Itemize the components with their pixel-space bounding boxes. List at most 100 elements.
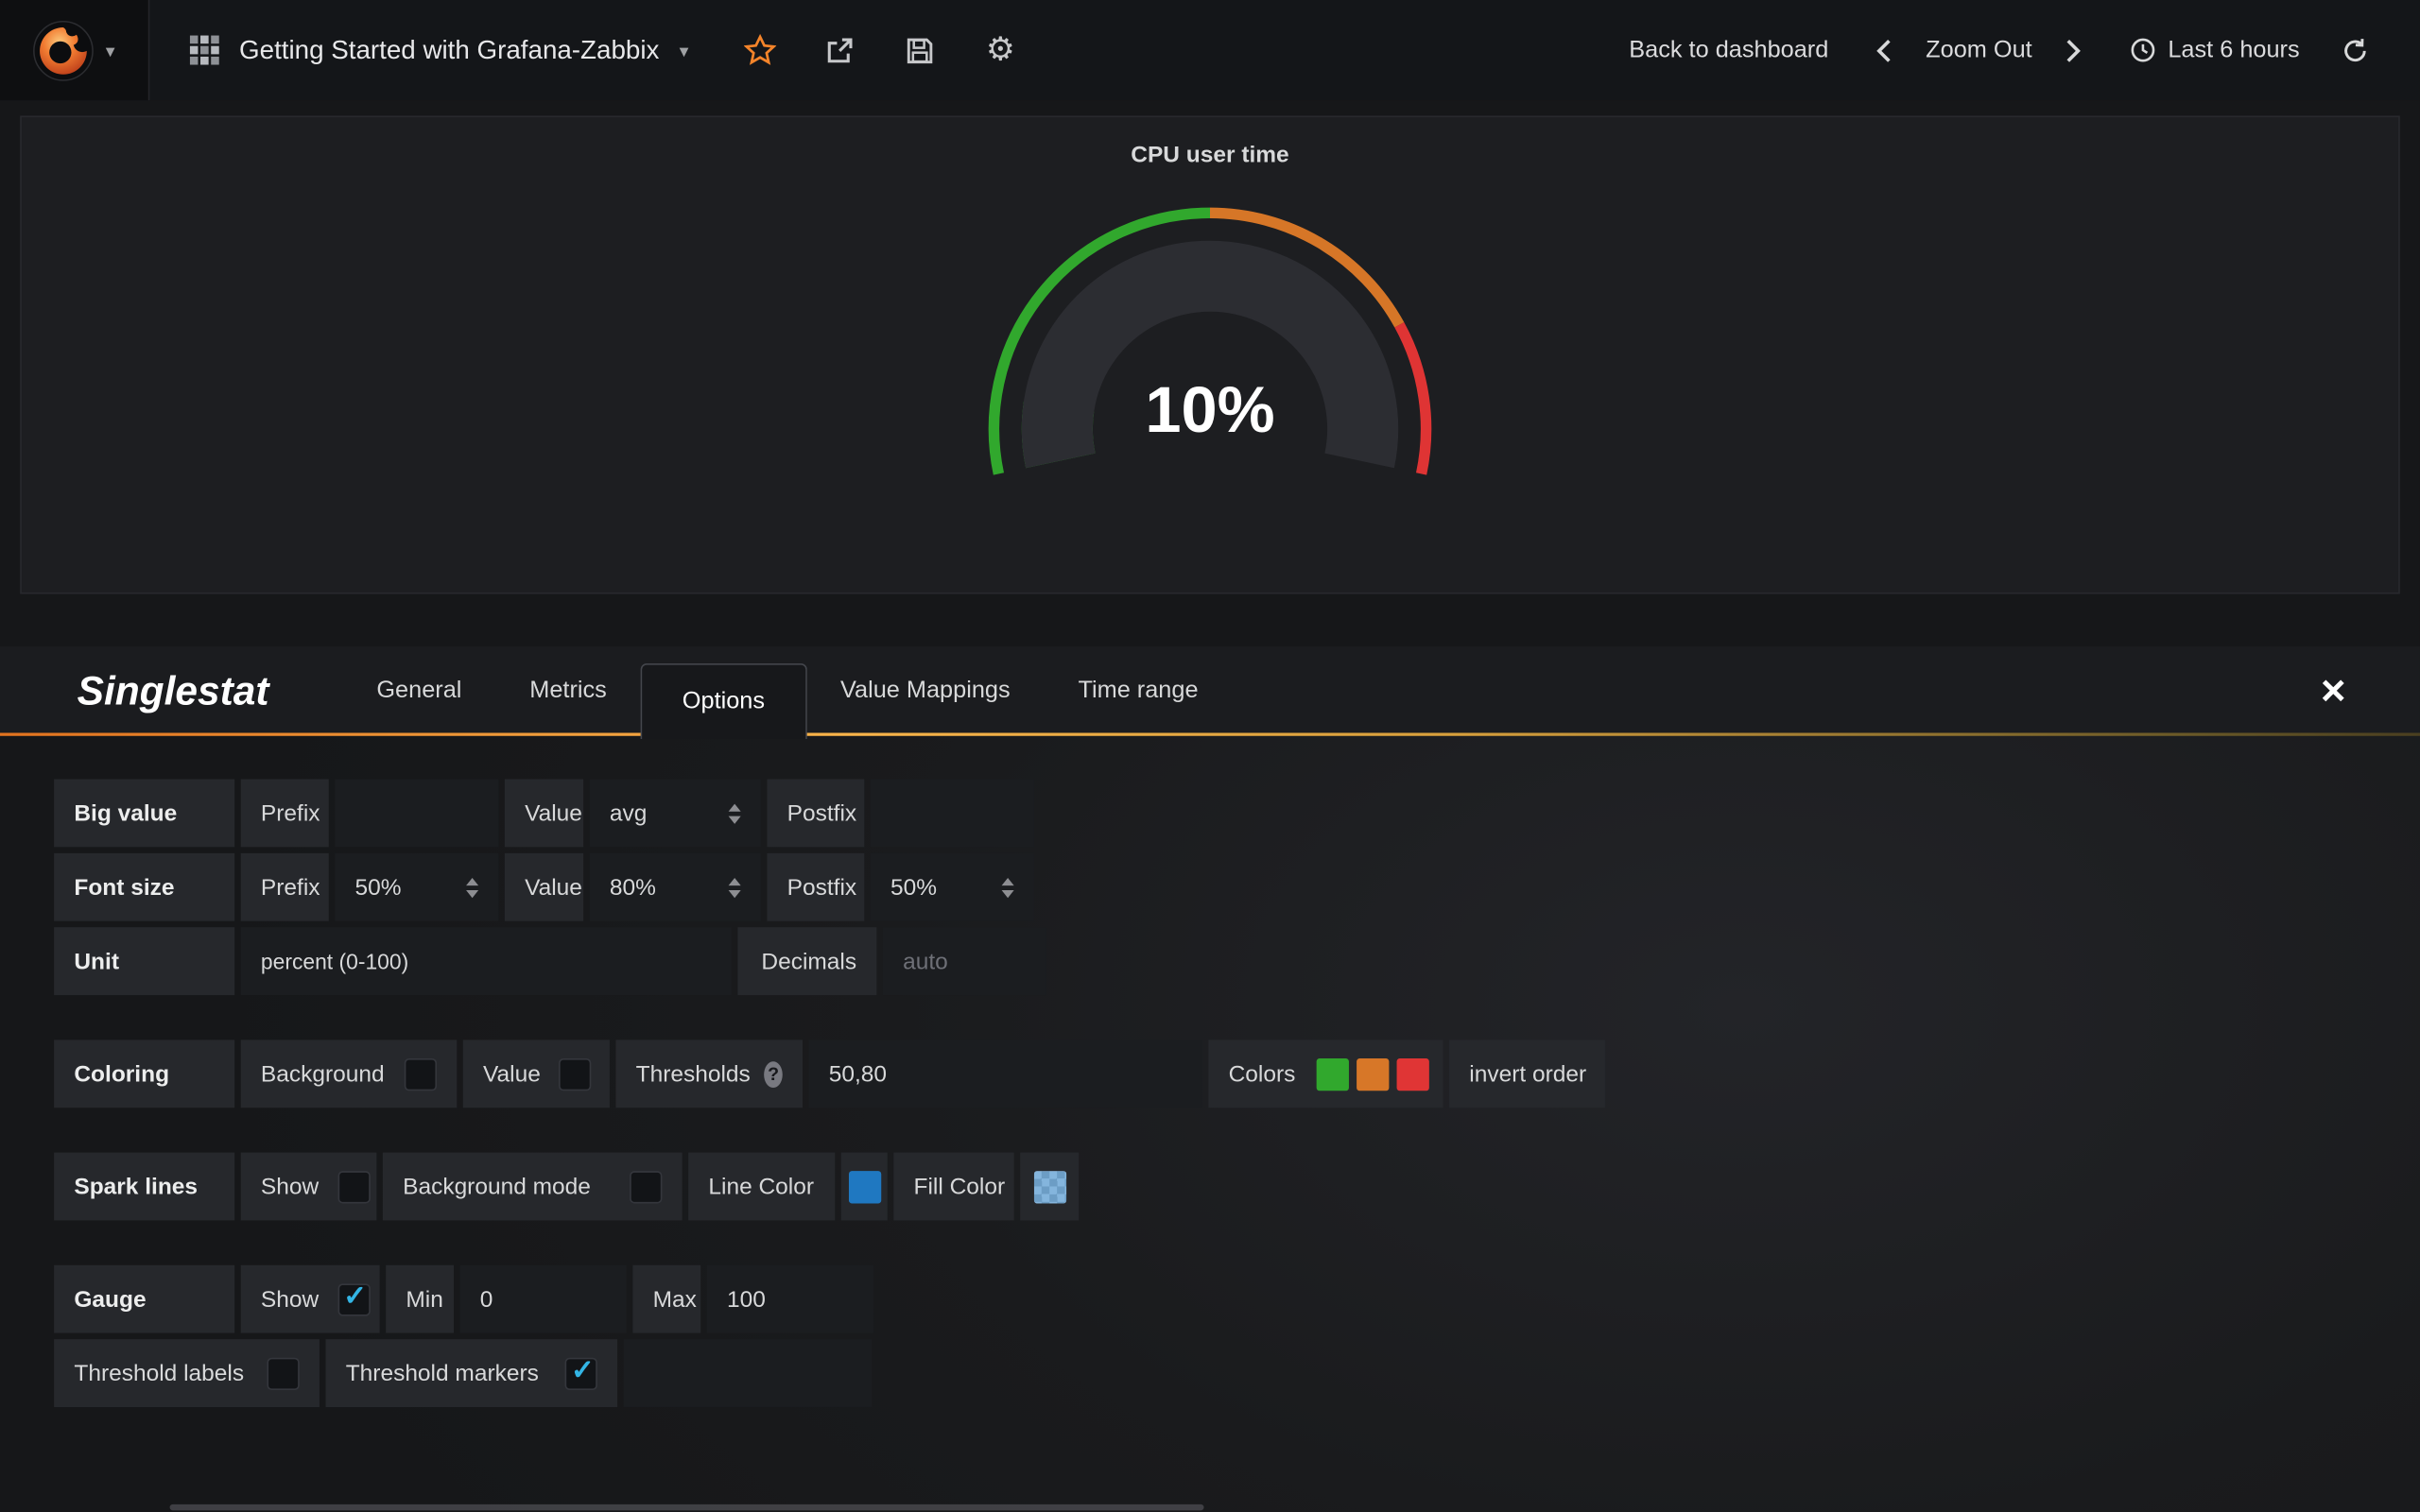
colors-cell: Colors [1208,1040,1443,1108]
chevron-right-icon [2064,36,2083,63]
value-options-group: Big value Prefix Value avg Postfix Font … [54,779,2366,995]
navbar: ▾ Getting Started with Grafana-Zabbix ▾ [0,0,2420,100]
unit-label: Unit [54,927,234,995]
dashboard-title-button[interactable]: Getting Started with Grafana-Zabbix ▾ [149,0,713,100]
share-icon [824,35,856,66]
gauge-max-input[interactable]: 100 [707,1265,873,1333]
dashboard-actions: ⚙ [741,0,1019,100]
editor-tabs: General Metrics Options Value Mappings T… [342,646,1232,736]
value-label: Value [505,853,583,921]
panel-editor: Singlestat General Metrics Options Value… [0,646,2420,1512]
gauge-empty-cell [624,1339,873,1407]
prefix-input[interactable] [335,779,498,847]
threshold-labels-checkbox[interactable] [267,1357,299,1389]
invert-order-button[interactable]: invert order [1449,1040,1605,1108]
sparklines-row: Spark lines Show Background mode Line Co… [54,1153,2366,1221]
sparklines-show-checkbox[interactable] [337,1170,370,1202]
big-value-label: Big value [54,779,234,847]
sparklines-label: Spark lines [54,1153,234,1221]
time-forward-button[interactable] [2055,19,2092,80]
star-button[interactable] [741,19,778,80]
prefix-label: Prefix [241,853,329,921]
postfix-fontsize-select[interactable]: 50% [871,853,1034,921]
tab-value-mappings[interactable]: Value Mappings [806,646,1044,736]
panel-title[interactable]: CPU user time [1131,142,1288,168]
threshold-labels-toggle: Threshold labels [54,1339,320,1407]
coloring-row: Coloring Background Value Thresholds ? [54,1040,2366,1108]
sparklines-bgmode-checkbox[interactable] [630,1170,662,1202]
value-fontsize-select[interactable]: 80% [590,853,761,921]
prefix-fontsize-select[interactable]: 50% [335,853,498,921]
gauge-show-toggle: Show ✓ [241,1265,380,1333]
gauge-row: Gauge Show ✓ Min 0 Max 100 [54,1265,2366,1333]
prefix-label: Prefix [241,779,329,847]
settings-button[interactable]: ⚙ [982,19,1019,80]
gauge-label: Gauge [54,1265,234,1333]
thresholds-help-icon[interactable]: ? [764,1060,782,1087]
tab-general[interactable]: General [342,646,495,736]
gauge-thresholds-row: Threshold labels Threshold markers ✓ [54,1339,2366,1407]
coloring-value-toggle: Value [463,1040,610,1108]
threshold-color-swatches [1317,1057,1429,1090]
threshold-markers-checkbox[interactable]: ✓ [565,1357,597,1389]
gauge-value: 10% [1145,373,1274,446]
decimals-label: Decimals [737,927,876,995]
save-button[interactable] [902,19,939,80]
line-color-swatch[interactable] [848,1170,880,1202]
big-value-row: Big value Prefix Value avg Postfix [54,779,2366,847]
fill-color-label: Fill Color [893,1153,1013,1221]
refresh-icon [2342,36,2369,63]
coloring-background-checkbox[interactable] [405,1057,437,1090]
zoom-out-button[interactable]: Zoom Out [1926,36,2032,63]
navbar-right: Back to dashboard Zoom Out [1629,0,2420,100]
coloring-label: Coloring [54,1040,234,1108]
color-swatch-red[interactable] [1397,1057,1429,1090]
line-color-label: Line Color [688,1153,835,1221]
postfix-input[interactable] [871,779,1034,847]
select-arrows-icon [729,803,741,823]
time-range-button[interactable]: Last 6 hours [2130,36,2300,63]
gauge-show-checkbox[interactable]: ✓ [337,1283,370,1315]
horizontal-scrollbar-thumb[interactable] [170,1504,1204,1511]
singlestat-panel: CPU user time 10% [20,115,2400,593]
gauge-min-input[interactable]: 0 [460,1265,627,1333]
font-size-row: Font size Prefix 50% Value 80% Postfix 5… [54,853,2366,921]
gauge-svg: 10% [978,190,1442,499]
chevron-down-icon: ▾ [680,40,689,61]
grafana-app: ▾ Getting Started with Grafana-Zabbix ▾ [0,0,2420,1512]
tab-options[interactable]: Options [641,663,806,739]
fill-color-cell [1020,1153,1079,1221]
tab-metrics[interactable]: Metrics [495,646,640,736]
refresh-button[interactable] [2337,19,2374,80]
share-button[interactable] [821,19,858,80]
decimals-input[interactable]: auto [883,927,1046,995]
gauge-max-label: Max [632,1265,700,1333]
unit-select[interactable]: percent (0-100) [241,927,732,995]
grafana-logo-icon [33,19,95,80]
editor-header: Singlestat General Metrics Options Value… [0,646,2420,736]
gauge-group: Gauge Show ✓ Min 0 Max 100 Threshold lab… [54,1265,2366,1407]
back-to-dashboard-button[interactable]: Back to dashboard [1629,36,1828,63]
dashboard-row: CPU user time 10% [0,100,2420,610]
options-tab-content: Big value Prefix Value avg Postfix Font … [0,736,2420,1512]
value-stat-select[interactable]: avg [590,779,761,847]
star-icon [743,34,775,66]
editor-panel-type: Singlestat [78,667,269,715]
dashboard-grid-icon [190,36,219,65]
postfix-label: Postfix [767,853,864,921]
tab-time-range[interactable]: Time range [1045,646,1233,736]
coloring-background-toggle: Background [241,1040,458,1108]
time-back-button[interactable] [1865,19,1902,80]
color-swatch-green[interactable] [1317,1057,1349,1090]
fill-color-swatch[interactable] [1033,1170,1065,1202]
select-arrows-icon [729,877,741,897]
dashboard-title: Getting Started with Grafana-Zabbix [239,35,659,66]
grafana-menu-button[interactable]: ▾ [0,0,149,100]
gear-icon: ⚙ [986,34,1015,66]
postfix-label: Postfix [767,779,864,847]
thresholds-input[interactable]: 50,80 [809,1040,1202,1108]
close-editor-button[interactable]: × [2321,670,2346,713]
color-swatch-orange[interactable] [1357,1057,1390,1090]
time-zoom-controls: Zoom Out [1865,19,2092,80]
coloring-value-checkbox[interactable] [559,1057,591,1090]
